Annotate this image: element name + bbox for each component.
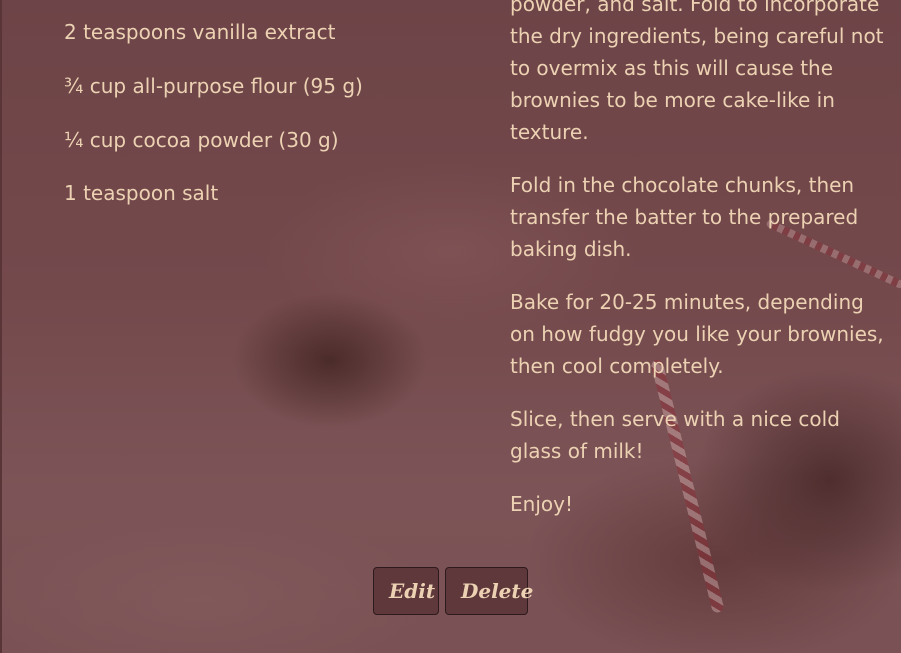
ingredient-item: 2 teaspoons vanilla extract [64,20,336,44]
instruction-step: Fold in the chocolate chunks, then trans… [510,173,859,261]
delete-button[interactable]: Delete [445,567,533,615]
instructions-list: powder, and salt. Fold to incorporate th… [510,0,885,541]
ingredient-item: ¼ cup cocoa powder (30 g) [64,128,339,152]
recipe-actions: Edit Delete [373,567,533,615]
instruction-step: Enjoy! [510,492,573,516]
edit-button[interactable]: Edit [373,567,439,615]
instruction-step: powder, and salt. Fold to incorporate th… [510,0,884,144]
ingredient-item: 1 teaspoon salt [64,181,219,205]
ingredient-item: ¾ cup all-purpose flour (95 g) [64,74,363,98]
instruction-step: Slice, then serve with a nice cold glass… [510,407,840,463]
instruction-step: Bake for 20-25 minutes, depending on how… [510,290,884,378]
